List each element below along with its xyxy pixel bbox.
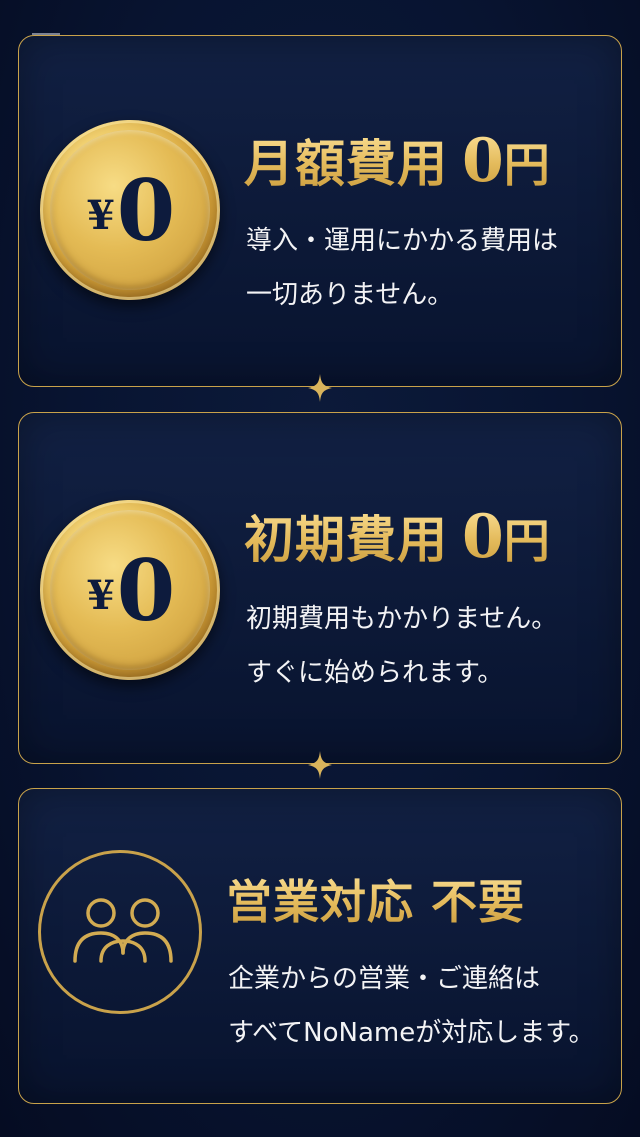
description-line: 初期費用もかかりません。 [246, 604, 558, 634]
sales-contact-title: 営業対応 不要 [226, 866, 525, 932]
title-unit: 円 [503, 138, 550, 192]
monthly-fee-description: 導入・運用にかかる費用は 一切ありません。 [246, 214, 558, 322]
title-main: 月額費用 [244, 134, 448, 193]
coin-yen-symbol: ¥ [86, 571, 115, 619]
coin-label: ¥0 [40, 120, 220, 300]
people-icon [38, 850, 202, 1014]
initial-fee-title: 初期費用 0円 [244, 500, 550, 572]
initial-fee-description: 初期費用もかかりません。 すぐに始められます。 [246, 592, 557, 700]
coin-yen-symbol: ¥ [86, 191, 115, 239]
coin-label: ¥0 [40, 500, 220, 680]
monthly-fee-title: 月額費用 0円 [244, 124, 550, 196]
title-value: 0 [462, 126, 504, 196]
description-line: 導入・運用にかかる費用は [246, 226, 559, 256]
sales-contact-description: 企業からの営業・ご連絡は すべてNoNameが対応します。 [228, 952, 595, 1060]
description-line: すべてNoNameが対応します。 [228, 1018, 595, 1048]
description-line: 企業からの営業・ご連絡は [228, 964, 541, 994]
description-line: 一切ありません。 [246, 280, 454, 310]
yen-coin-icon: ¥0 [40, 120, 220, 300]
coin-value: 0 [116, 540, 175, 640]
title-main: 初期費用 [244, 510, 448, 569]
title-unit: 円 [503, 514, 550, 568]
title-value: 0 [462, 502, 504, 572]
description-line: すぐに始められます。 [246, 658, 504, 688]
coin-value: 0 [116, 160, 175, 260]
yen-coin-icon: ¥0 [40, 500, 220, 680]
